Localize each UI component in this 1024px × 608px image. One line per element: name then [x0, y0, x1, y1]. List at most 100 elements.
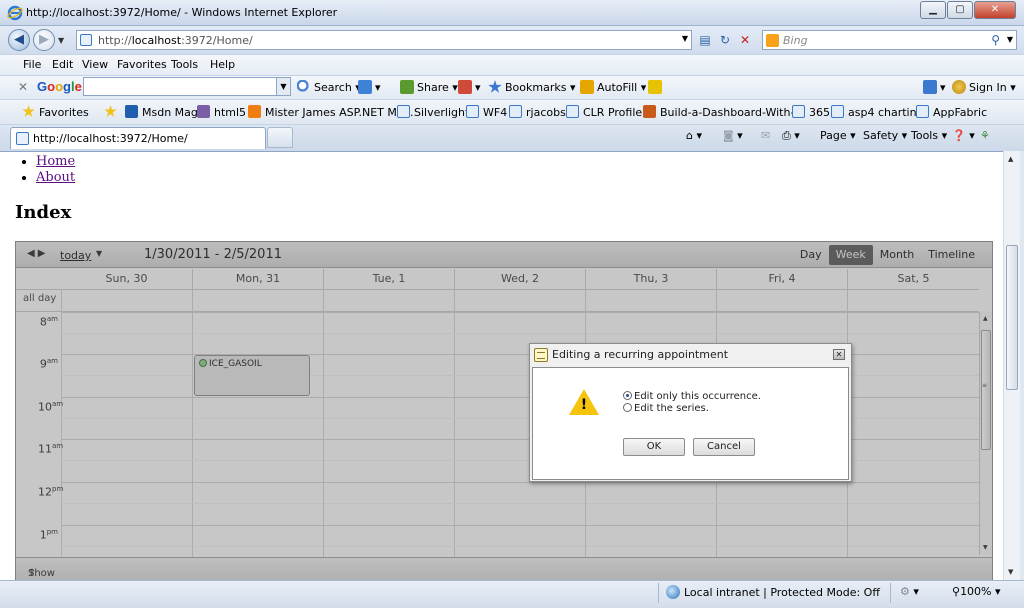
google-search-input[interactable]: ▼ — [83, 77, 291, 96]
edit-occurrence-option[interactable]: Edit only this occurrence. — [623, 391, 761, 402]
google-search-dropdown-icon[interactable]: ▼ — [276, 78, 290, 95]
maximize-button[interactable]: ▢ — [947, 1, 973, 19]
user-icon — [952, 80, 966, 94]
favorites-button[interactable]: Favorites — [22, 105, 89, 119]
add-button-icon[interactable]: ▾ — [358, 80, 381, 94]
mail-button[interactable]: ✉ — [761, 129, 770, 142]
home-button[interactable]: ⌂ ▾ — [686, 129, 702, 142]
print-button[interactable]: ⎙ ▾ — [782, 129, 800, 143]
bookmarks-button[interactable]: Bookmarks ▾ — [488, 80, 576, 94]
autofill-button[interactable]: AutoFill ▾ — [580, 80, 646, 94]
add-to-favorites-icon[interactable] — [104, 105, 121, 119]
menu-view[interactable]: View — [82, 58, 108, 71]
close-toolbar-icon[interactable]: ✕ — [18, 80, 28, 94]
fav-link-clr-profiler[interactable]: CLR Profiler — [566, 105, 647, 119]
google-search-button[interactable]: Search ▾ — [297, 80, 361, 94]
tools-menu[interactable]: Tools ▾ — [911, 129, 947, 142]
ie-page-icon — [466, 105, 479, 118]
fav-link-mister-james[interactable]: Mister James ASP.NET MV... — [248, 105, 413, 119]
fav-link-html5[interactable]: html5 — [197, 105, 246, 119]
cancel-button[interactable]: Cancel — [693, 438, 755, 456]
translate-icon — [458, 80, 472, 94]
page-title: Index — [15, 202, 72, 223]
back-button[interactable]: ◀ — [8, 29, 30, 51]
fav-link-asp4-charting[interactable]: asp4 charting — [831, 105, 924, 119]
dialog-title-bar: Editing a recurring appointment ✕ — [530, 344, 851, 366]
address-url[interactable]: http://localhost:3972/Home/ — [98, 34, 253, 47]
zoom-level[interactable]: ⚲100% ▾ — [952, 585, 1001, 598]
tab-home[interactable]: http://localhost:3972/Home/ — [10, 127, 266, 149]
ie-page-icon — [397, 105, 410, 118]
fav-link-wf4[interactable]: WF4 — [466, 105, 507, 119]
pencil-icon — [580, 80, 594, 94]
page-menu[interactable]: Page ▾ — [820, 129, 856, 142]
protected-mode-button[interactable]: ⚙ ▾ — [900, 585, 919, 598]
ok-button[interactable]: OK — [623, 438, 685, 456]
blogger-icon — [248, 105, 261, 118]
magnifier-icon — [297, 80, 311, 94]
share-button[interactable]: Share ▾ — [400, 80, 458, 94]
minimize-button[interactable]: ▁ — [920, 1, 946, 19]
stop-icon[interactable]: ✕ — [735, 31, 755, 49]
page-scroll-up-icon[interactable]: ▲ — [1008, 155, 1013, 163]
sign-in-button[interactable]: Sign In ▾ — [952, 80, 1016, 94]
help-button[interactable]: ❓ ▾ — [952, 129, 975, 142]
zoom-icon: ⚲ — [952, 585, 961, 598]
minimize-icon: ▁ — [929, 4, 937, 15]
menu-favorites[interactable]: Favorites — [117, 58, 167, 71]
research-icon: ⚘ — [980, 129, 990, 142]
refresh-icon[interactable]: ↻ — [715, 31, 735, 49]
menu-bar: File Edit View Favorites Tools Help — [0, 54, 1024, 75]
recent-pages-dropdown-icon[interactable]: ▼ — [58, 36, 64, 45]
research-button[interactable]: ⚘ — [980, 129, 990, 142]
dialog-close-icon[interactable]: ✕ — [833, 349, 845, 360]
fav-link-silverlight[interactable]: Silverlight — [397, 105, 469, 119]
compatibility-view-icon[interactable]: ▤ — [695, 31, 715, 49]
safety-menu[interactable]: Safety ▾ — [863, 129, 907, 142]
mail-icon: ✉ — [761, 129, 771, 142]
highlight-icon[interactable] — [648, 80, 665, 94]
window-frame-edge — [1020, 151, 1024, 580]
msdn-icon — [125, 105, 138, 118]
forward-button[interactable]: ▶ — [33, 29, 55, 51]
toolbar-settings-icon[interactable]: ▾ — [923, 80, 946, 94]
menu-help[interactable]: Help — [210, 58, 235, 71]
menu-tools[interactable]: Tools — [171, 58, 198, 71]
address-dropdown-icon[interactable]: ▼ — [682, 34, 688, 43]
nav-item-about: About — [36, 170, 75, 185]
nav-link-home[interactable]: Home — [36, 154, 75, 169]
internet-explorer-icon — [7, 5, 23, 21]
fav-link-build-a-dashboard[interactable]: Build-a-Dashboard-With-... — [643, 105, 805, 119]
close-button[interactable]: ✕ — [974, 1, 1016, 19]
page-scroll-thumb[interactable] — [1006, 245, 1018, 390]
edit-series-option[interactable]: Edit the series. — [623, 403, 709, 414]
fav-link-appfabric[interactable]: AppFabric — [916, 105, 987, 119]
ie-page-icon — [916, 105, 929, 118]
menu-file[interactable]: File — [23, 58, 41, 71]
occurrence-radio[interactable] — [623, 391, 632, 400]
popup-blocker-icon: ⚙ — [900, 585, 910, 598]
address-tools: ▤ ↻ ✕ — [695, 31, 755, 49]
search-box[interactable]: Bing ⚲ ▼ — [762, 30, 1017, 50]
page-scrollbar[interactable]: ▲ ▼ — [1003, 151, 1020, 580]
fav-link-rjacobs[interactable]: rjacobs — [509, 105, 566, 119]
new-tab-button[interactable] — [267, 127, 293, 148]
nav-link-about[interactable]: About — [36, 170, 75, 185]
ie-page-icon — [509, 105, 522, 118]
page-scroll-down-icon[interactable]: ▼ — [1008, 568, 1013, 576]
site-nav: Home About — [36, 154, 75, 186]
warning-exclamation: ! — [580, 397, 588, 413]
chart-icon — [197, 105, 210, 118]
security-zone[interactable]: Local intranet | Protected Mode: Off — [666, 585, 880, 599]
series-radio[interactable] — [623, 403, 632, 412]
search-options-dropdown-icon[interactable]: ▼ — [1007, 35, 1013, 44]
feeds-button[interactable]: ◙ ▾ — [723, 129, 743, 142]
fav-link-msdn-mag[interactable]: Msdn Mag — [125, 105, 198, 119]
menu-edit[interactable]: Edit — [52, 58, 73, 71]
fav-link-365[interactable]: 365 — [792, 105, 830, 119]
search-icon[interactable]: ⚲ — [991, 33, 1000, 47]
translate-button[interactable]: ▾ — [458, 80, 481, 94]
maximize-icon: ▢ — [955, 4, 965, 15]
address-bar[interactable]: http://localhost:3972/Home/ ▼ — [76, 30, 692, 50]
dialog-body: ! Edit only this occurrence. Edit the se… — [532, 367, 849, 480]
